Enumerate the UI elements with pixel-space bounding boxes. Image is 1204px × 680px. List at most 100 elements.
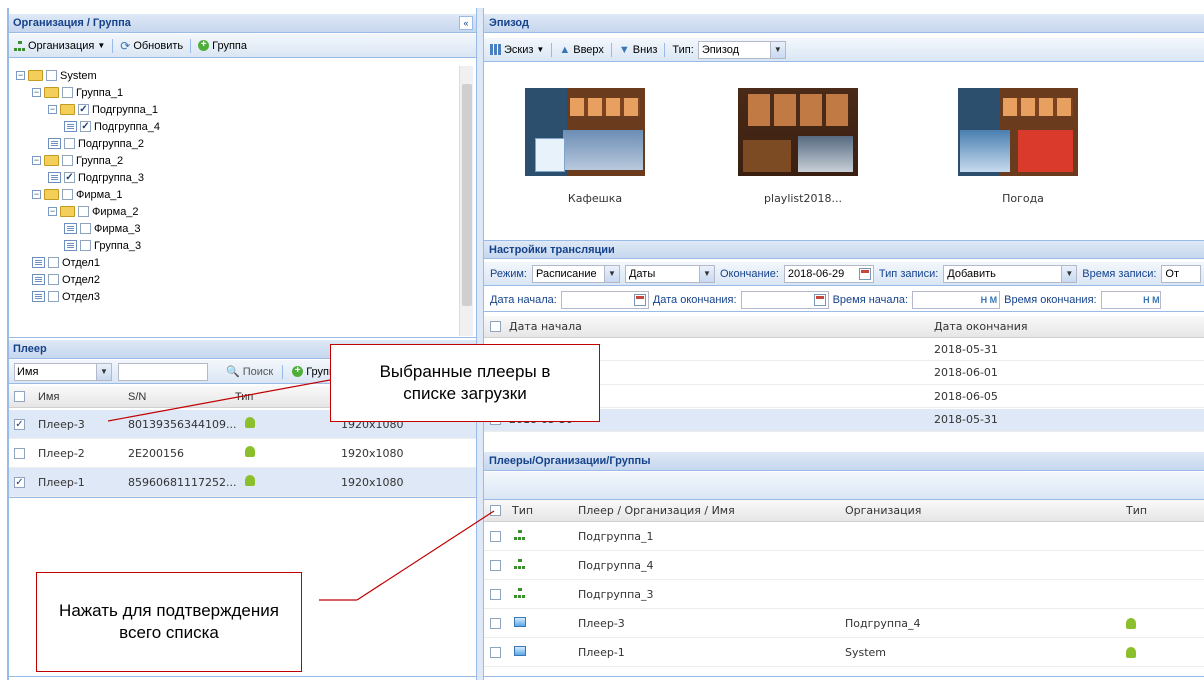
tree-node[interactable]: Отдел2 xyxy=(32,271,100,288)
tree-node-checkbox[interactable] xyxy=(48,257,59,268)
target-row[interactable]: Подгруппа_1 xyxy=(484,522,1204,551)
organization-menu-button[interactable]: Организация ▼ xyxy=(14,40,105,52)
thumbnail-kafeshka[interactable] xyxy=(525,88,655,178)
filter-select[interactable]: Имя ▼ xyxy=(14,362,112,381)
calendar-icon[interactable] xyxy=(813,293,826,306)
tree-node-label: Подгруппа_4 xyxy=(94,120,160,133)
tree-node-checkbox[interactable] xyxy=(48,291,59,302)
record-time-select[interactable]: От xyxy=(1161,264,1202,283)
player-row[interactable]: Плеер-2 2E200156 1920x1080 xyxy=(8,439,476,468)
tree-node[interactable]: Подгруппа_2 xyxy=(48,135,144,152)
dates-select[interactable]: Даты ▼ xyxy=(624,264,715,283)
tree-node-checkbox[interactable]: ✓ xyxy=(80,121,91,132)
target-row-checkbox[interactable] xyxy=(490,617,501,629)
target-row-checkbox[interactable] xyxy=(490,646,501,658)
tree-scrollbar-thumb[interactable] xyxy=(462,84,472,306)
col-sn[interactable]: S/N xyxy=(128,391,235,403)
target-row[interactable]: Плеер-1 System xyxy=(484,638,1204,667)
tree-node[interactable]: − ✓ Подгруппа_1 xyxy=(48,101,158,118)
tree-node[interactable]: ✓ Подгруппа_4 xyxy=(64,118,160,135)
search-button[interactable]: 🔍 Поиск xyxy=(226,365,273,379)
tree-node-checkbox[interactable] xyxy=(48,274,59,285)
add-group-button[interactable]: + Группа xyxy=(198,40,247,52)
select-all-checkbox[interactable] xyxy=(14,391,25,402)
target-row-checkbox[interactable] xyxy=(490,559,501,571)
player-row[interactable]: ✓ Плеер-1 85960681117252... 1920x1080 xyxy=(8,468,476,497)
tree-node-checkbox[interactable] xyxy=(62,87,73,98)
thumbnail-playlist[interactable] xyxy=(738,88,868,178)
col-name[interactable]: Имя xyxy=(38,391,128,403)
tree-node-checkbox[interactable]: ✓ xyxy=(78,104,89,115)
thumbnail-pogoda[interactable] xyxy=(958,88,1088,178)
col-type[interactable]: Тип xyxy=(235,391,295,403)
tree-node[interactable]: ✓ Подгруппа_3 xyxy=(48,169,144,186)
player-row-checkbox[interactable] xyxy=(14,447,25,459)
move-down-button[interactable]: ▼ Вниз xyxy=(619,44,658,56)
tree-node-label: Группа_2 xyxy=(76,154,124,167)
end-time-field[interactable]: H M xyxy=(1100,290,1161,309)
mode-select[interactable]: Расписание ▼ xyxy=(531,264,620,283)
hour-minute-icon[interactable]: H M xyxy=(981,292,998,308)
tree-node-checkbox[interactable] xyxy=(78,206,89,217)
player-row-checkbox[interactable]: ✓ xyxy=(14,476,25,488)
collapse-toggle-icon[interactable]: − xyxy=(48,207,57,216)
collapse-toggle-icon[interactable]: − xyxy=(48,105,57,114)
hour-minute-icon[interactable]: H M xyxy=(1143,292,1160,308)
chevron-down-icon: ▼ xyxy=(603,265,619,282)
tree-node-checkbox[interactable] xyxy=(80,223,91,234)
start-time-field[interactable]: H M xyxy=(912,290,1001,309)
tree-node-checkbox[interactable] xyxy=(80,240,91,251)
calendar-icon[interactable] xyxy=(633,293,646,306)
col-end-date[interactable]: Дата окончания xyxy=(934,320,1027,333)
broadcast-mode-toolbar: Режим: Расписание ▼ Даты ▼ Окончание: 2018… xyxy=(484,262,1204,286)
tree-node[interactable]: − Группа_2 xyxy=(32,152,123,169)
target-row-checkbox[interactable] xyxy=(490,588,501,600)
right-bottom-border xyxy=(484,676,1204,677)
tree-node[interactable]: − System xyxy=(16,67,97,84)
refresh-button[interactable]: ⟳ Обновить xyxy=(120,39,183,53)
col-organization[interactable]: Организация xyxy=(845,504,1126,517)
player-row-checkbox[interactable]: ✓ xyxy=(14,418,25,430)
tree-node-checkbox[interactable] xyxy=(46,70,57,81)
calendar-icon[interactable] xyxy=(858,267,871,280)
tree-node[interactable]: − Фирма_2 xyxy=(48,203,139,220)
col-start-date[interactable]: Дата начала xyxy=(509,320,934,333)
tree-node[interactable]: Фирма_3 xyxy=(64,220,141,237)
end-date-input[interactable] xyxy=(740,290,829,309)
tree-node[interactable]: − Группа_1 xyxy=(32,84,123,101)
tree-node-checkbox[interactable] xyxy=(62,189,73,200)
collapse-toggle-icon[interactable]: − xyxy=(32,88,41,97)
targets-panel-title: Плееры/Организации/Группы xyxy=(484,452,1204,471)
target-row[interactable]: Подгруппа_3 xyxy=(484,580,1204,609)
player-search-input[interactable] xyxy=(118,362,208,381)
target-row-checkbox[interactable] xyxy=(490,530,501,542)
collapse-toggle-icon[interactable]: − xyxy=(32,190,41,199)
tree-node[interactable]: Отдел1 xyxy=(32,254,100,271)
episode-type-select[interactable]: Эпизод ▼ xyxy=(697,40,786,59)
tree-node[interactable]: Группа_3 xyxy=(64,237,141,254)
sketch-menu-button[interactable]: Эскиз ▼ xyxy=(490,44,544,56)
record-type-select[interactable]: Добавить ▼ xyxy=(943,264,1078,283)
tree-scrollbar[interactable] xyxy=(459,66,473,336)
folder-icon xyxy=(44,87,59,98)
move-up-button[interactable]: ▲ Вверх xyxy=(559,44,604,56)
callout-line-confirm-b xyxy=(356,510,495,601)
tree-node[interactable]: − Фирма_1 xyxy=(32,186,123,203)
tree-node-checkbox[interactable]: ✓ xyxy=(64,172,75,183)
collapse-toggle-icon[interactable]: − xyxy=(16,71,25,80)
collapse-toggle-icon[interactable]: − xyxy=(32,156,41,165)
collapse-panel-icon[interactable]: « xyxy=(459,16,473,30)
start-date-field[interactable] xyxy=(560,290,649,309)
end-date-field[interactable]: 2018-06-29 xyxy=(783,264,874,283)
select-all-schedule-checkbox[interactable] xyxy=(490,321,501,332)
target-name: Подгруппа_4 xyxy=(578,558,654,572)
confirm-all-checkbox[interactable] xyxy=(490,505,501,516)
target-row[interactable]: Подгруппа_4 xyxy=(484,551,1204,580)
tree-node[interactable]: Отдел3 xyxy=(32,288,100,305)
col-target-name[interactable]: Плеер / Организация / Имя xyxy=(578,504,845,517)
tree-node-checkbox[interactable] xyxy=(64,138,75,149)
tree-node-checkbox[interactable] xyxy=(62,155,73,166)
col-target-type[interactable]: Тип xyxy=(1126,504,1147,517)
target-row[interactable]: Плеер-3 Подгруппа_4 xyxy=(484,609,1204,638)
col-kind[interactable]: Тип xyxy=(512,504,578,517)
